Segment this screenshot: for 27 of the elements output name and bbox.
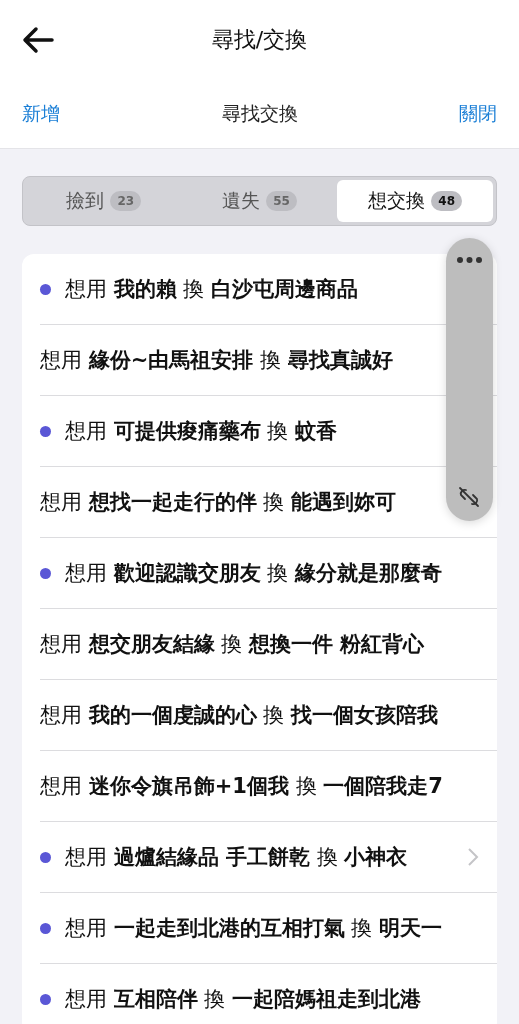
list-item[interactable]: 想用 緣份~由馬祖安排 換 尋找真誠好 <box>40 346 497 374</box>
list-item[interactable]: 想用 我的一個虔誠的心 換 找一個女孩陪我 <box>40 701 497 729</box>
list-item[interactable]: 想用 想交朋友結緣 換 想換一件 粉紅背心 <box>40 630 497 658</box>
unlink-icon[interactable] <box>457 485 481 509</box>
list-item[interactable]: 想用 可提供痠痛藥布 換 蚊香 <box>65 417 497 445</box>
add-link[interactable]: 新增 <box>22 101 60 127</box>
list-item[interactable]: 想用 歡迎認識交朋友 換 緣分就是那麼奇 <box>65 559 497 587</box>
more-icon[interactable] <box>456 256 483 264</box>
tab-label: 想交換 <box>368 188 426 213</box>
close-link[interactable]: 關閉 <box>459 101 497 127</box>
list-item[interactable]: 想用 想找一起走行的伴 換 能遇到妳可 <box>40 488 497 516</box>
tab-label: 遺失 <box>222 188 261 213</box>
list-item[interactable]: 想用 互相陪伴 換 一起陪媽祖走到北港 <box>65 985 497 1013</box>
tab[interactable]: 想交換 48 <box>337 180 493 222</box>
count-badge: 55 <box>266 191 297 211</box>
list-item[interactable]: 想用 我的賴 換 白沙屯周邊商品 <box>65 275 497 303</box>
tab-label: 撿到 <box>66 188 105 213</box>
back-arrow-icon[interactable] <box>22 26 54 54</box>
toolbar-title: 尋找交換 <box>221 101 298 126</box>
count-badge: 23 <box>110 191 142 211</box>
tab[interactable]: 撿到 23 <box>26 180 182 222</box>
page-title: 尋找/交換 <box>211 26 308 54</box>
list-item[interactable]: 想用 一起走到北港的互相打氣 換 明天一 <box>65 914 497 942</box>
count-badge: 48 <box>431 191 462 211</box>
tab[interactable]: 遺失 55 <box>181 180 338 222</box>
list-item[interactable]: 想用 迷你令旗吊飾+1個我 換 一個陪我走7 <box>40 772 497 800</box>
list-item[interactable]: 想用 過爐結緣品 手工餅乾 換 小神衣 <box>65 843 497 871</box>
